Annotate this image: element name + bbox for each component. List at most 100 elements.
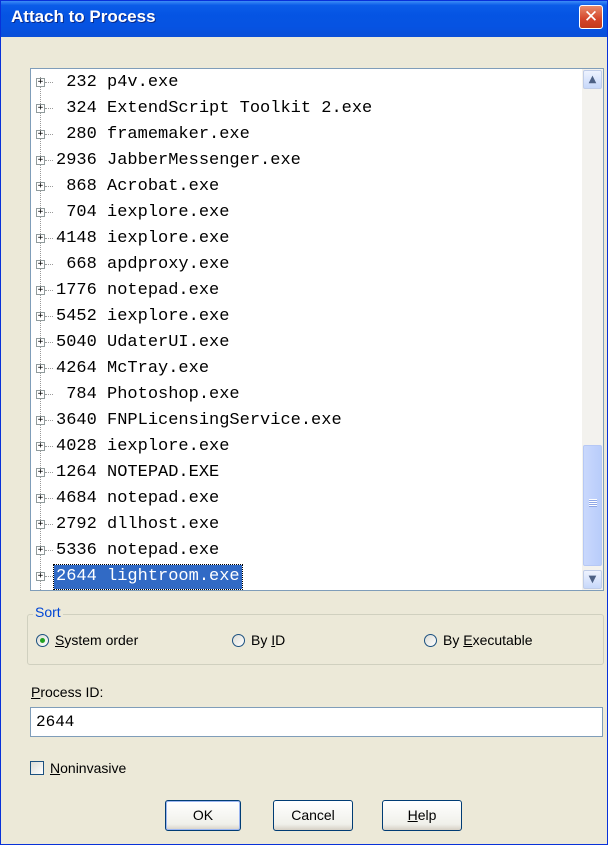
process-row[interactable]: + 704 iexplore.exe [31, 200, 576, 226]
process-row[interactable]: +4684 notepad.exe [31, 486, 576, 512]
close-button[interactable]: ✕ [579, 5, 603, 29]
process-id-input[interactable]: 2644 [30, 707, 603, 737]
expand-plus-icon[interactable]: + [36, 390, 45, 399]
process-row-label: 324 ExtendScript Toolkit 2.exe [54, 97, 374, 121]
expand-plus-icon[interactable]: + [36, 338, 45, 347]
cancel-button[interactable]: Cancel [273, 800, 353, 831]
process-row-label: 1264 NOTEPAD.EXE [54, 461, 221, 485]
expand-plus-icon[interactable]: + [36, 208, 45, 217]
tree-branch-line [45, 394, 53, 395]
expand-plus-icon[interactable]: + [36, 416, 45, 425]
vertical-scrollbar[interactable]: ▲ ▼ [582, 69, 603, 590]
process-row[interactable]: +4148 iexplore.exe [31, 226, 576, 252]
process-pid: 5452 [56, 307, 97, 326]
process-row[interactable]: +4264 McTray.exe [31, 356, 576, 382]
process-row[interactable]: + 784 Photoshop.exe [31, 382, 576, 408]
process-row[interactable]: +5452 iexplore.exe [31, 304, 576, 330]
process-row-label: 5336 notepad.exe [54, 539, 221, 563]
expand-plus-icon[interactable]: + [36, 520, 45, 529]
process-name: UdaterUI.exe [107, 333, 230, 352]
process-list[interactable]: + 232 p4v.exe + 324 ExtendScript Toolkit … [30, 68, 604, 591]
tree-branch-line [45, 212, 53, 213]
tree-branch-line [45, 316, 53, 317]
process-pid: 868 [56, 177, 97, 196]
process-pid: 4148 [56, 229, 97, 248]
scroll-down-button[interactable]: ▼ [583, 570, 602, 589]
process-row-label: 784 Photoshop.exe [54, 383, 242, 407]
process-row[interactable]: + 324 ExtendScript Toolkit 2.exe [31, 96, 576, 122]
expand-plus-icon[interactable]: + [36, 442, 45, 451]
process-pid: 4684 [56, 489, 97, 508]
expand-plus-icon[interactable]: + [36, 78, 45, 87]
process-row[interactable]: +1776 notepad.exe [31, 278, 576, 304]
process-row[interactable]: +5336 notepad.exe [31, 538, 576, 564]
chevron-up-icon: ▲ [588, 74, 597, 85]
process-name: JabberMessenger.exe [107, 151, 301, 170]
process-row-label: 868 Acrobat.exe [54, 175, 221, 199]
process-pid: 2644 [56, 567, 97, 586]
expand-plus-icon[interactable]: + [36, 572, 45, 581]
process-row[interactable]: +5040 UdaterUI.exe [31, 330, 576, 356]
noninvasive-checkbox[interactable]: Noninvasive [30, 760, 126, 776]
process-name: notepad.exe [107, 281, 220, 300]
expand-plus-icon[interactable]: + [36, 104, 45, 113]
process-row[interactable]: +4028 iexplore.exe [31, 434, 576, 460]
sort-system-order-label: System order [55, 632, 139, 648]
process-pid: 5040 [56, 333, 97, 352]
sort-by-id-radio[interactable]: By ID [232, 630, 285, 650]
process-row[interactable]: + 868 Acrobat.exe [31, 174, 576, 200]
process-row[interactable]: +2644 lightroom.exe [31, 564, 576, 590]
help-button[interactable]: Help [382, 800, 462, 831]
process-name: iexplore.exe [107, 307, 230, 326]
grip-icon [589, 499, 597, 507]
noninvasive-label: Noninvasive [50, 760, 127, 776]
process-name: apdproxy.exe [107, 255, 230, 274]
process-name: McTray.exe [107, 359, 210, 378]
ok-button[interactable]: OK [165, 800, 241, 831]
close-icon: ✕ [583, 7, 599, 27]
tree-branch-line [45, 472, 53, 473]
expand-plus-icon[interactable]: + [36, 260, 45, 269]
process-row-label: 4148 iexplore.exe [54, 227, 231, 251]
process-pid: 3640 [56, 411, 97, 430]
process-row-label: 704 iexplore.exe [54, 201, 231, 225]
process-row-label: 2792 dllhost.exe [54, 513, 221, 537]
process-row[interactable]: +2936 JabberMessenger.exe [31, 148, 576, 174]
sort-by-executable-radio[interactable]: By Executable [424, 630, 533, 650]
process-row-label: 2644 lightroom.exe [53, 564, 243, 590]
expand-plus-icon[interactable]: + [36, 468, 45, 477]
expand-plus-icon[interactable]: + [36, 130, 45, 139]
tree-branch-line [45, 524, 53, 525]
scroll-up-button[interactable]: ▲ [583, 70, 602, 89]
expand-plus-icon[interactable]: + [36, 286, 45, 295]
expand-plus-icon[interactable]: + [36, 312, 45, 321]
title-bar[interactable]: Attach to Process ✕ [1, 1, 607, 37]
process-row[interactable]: +3640 FNPLicensingService.exe [31, 408, 576, 434]
expand-plus-icon[interactable]: + [36, 156, 45, 165]
process-name: notepad.exe [107, 541, 220, 560]
process-pid: 668 [56, 255, 97, 274]
process-pid: 1776 [56, 281, 97, 300]
scroll-thumb[interactable] [583, 445, 602, 566]
process-name: Acrobat.exe [107, 177, 220, 196]
process-row-label: 5040 UdaterUI.exe [54, 331, 231, 355]
process-row[interactable]: + 232 p4v.exe [31, 70, 576, 96]
process-row-label: 4264 McTray.exe [54, 357, 211, 381]
process-row[interactable]: +2792 dllhost.exe [31, 512, 576, 538]
process-row[interactable]: + 280 framemaker.exe [31, 122, 576, 148]
expand-plus-icon[interactable]: + [36, 234, 45, 243]
expand-plus-icon[interactable]: + [36, 546, 45, 555]
checkbox-icon [30, 761, 44, 775]
process-pid: 5336 [56, 541, 97, 560]
expand-plus-icon[interactable]: + [36, 494, 45, 503]
tree-branch-line [45, 368, 53, 369]
process-name: lightroom.exe [107, 567, 240, 586]
tree-branch-line [45, 342, 53, 343]
sort-system-order-radio[interactable]: System order [36, 630, 138, 650]
sort-by-id-label: By ID [251, 632, 286, 648]
expand-plus-icon[interactable]: + [36, 182, 45, 191]
process-row[interactable]: + 668 apdproxy.exe [31, 252, 576, 278]
process-name: notepad.exe [107, 489, 220, 508]
process-row[interactable]: +1264 NOTEPAD.EXE [31, 460, 576, 486]
expand-plus-icon[interactable]: + [36, 364, 45, 373]
